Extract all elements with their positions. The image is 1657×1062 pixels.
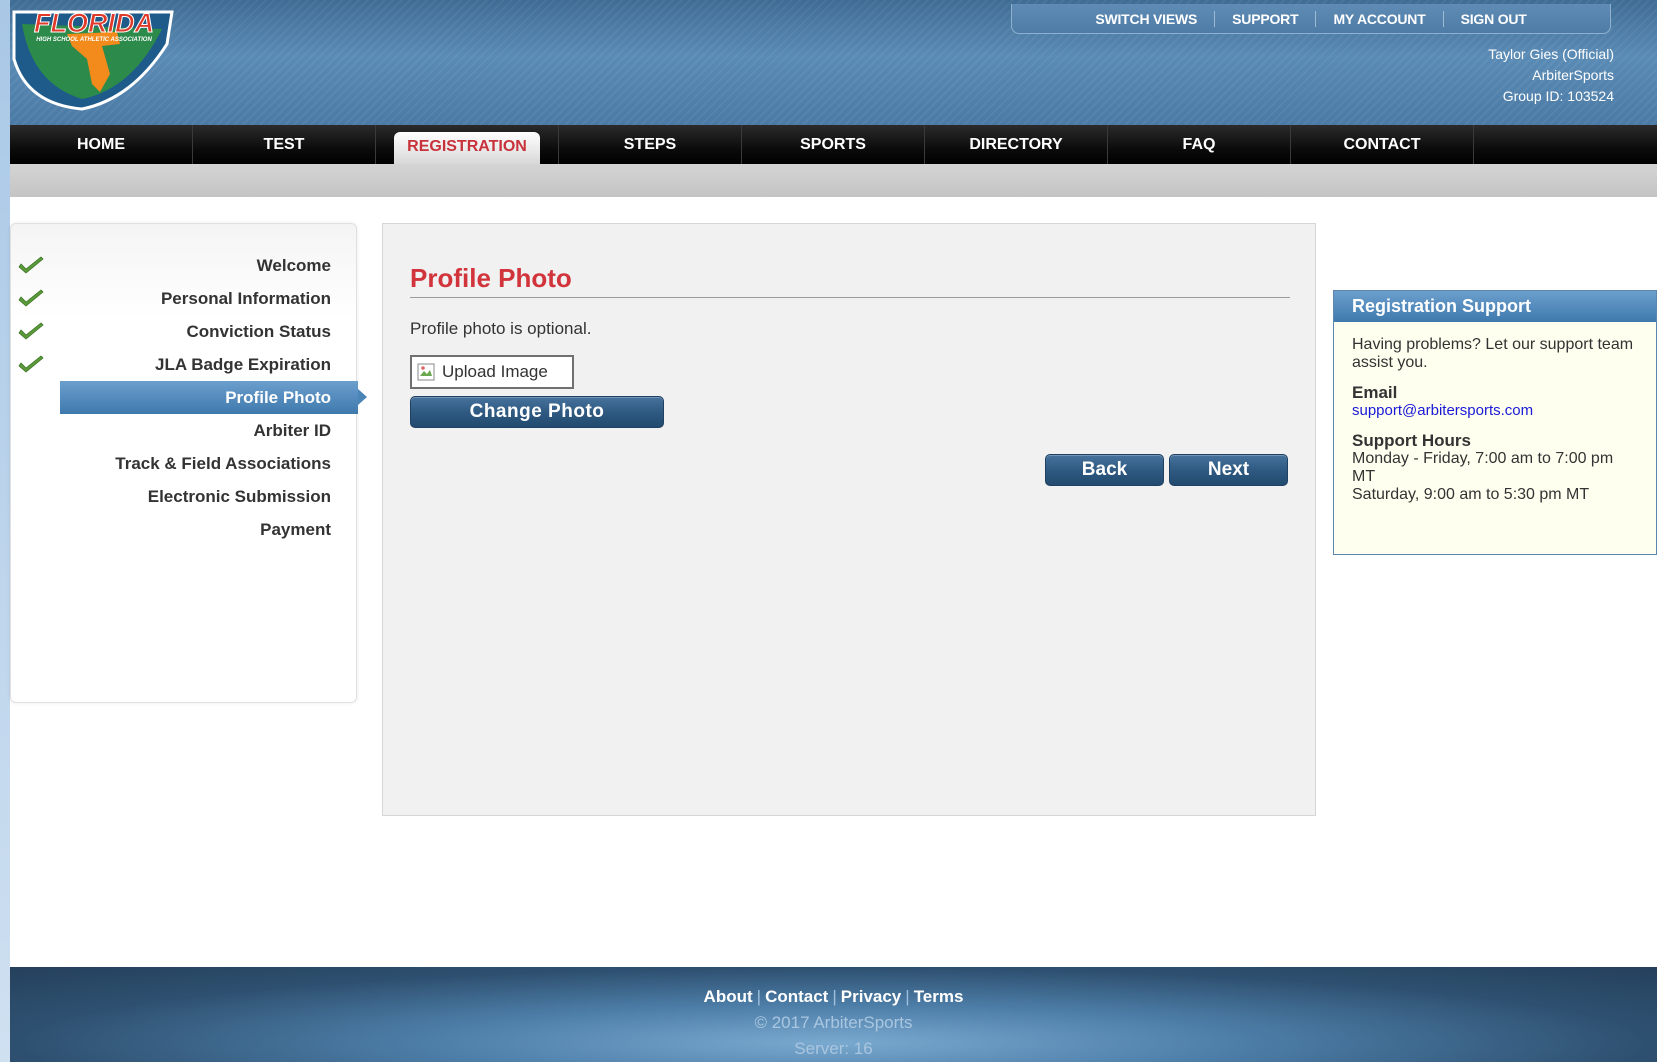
next-button[interactable]: Next bbox=[1169, 454, 1288, 486]
footer-about-link[interactable]: About bbox=[704, 987, 753, 1006]
step-conviction-status[interactable]: Conviction Status bbox=[11, 315, 358, 348]
check-icon bbox=[18, 322, 44, 340]
user-name: Taylor Gies (Official) bbox=[1488, 46, 1614, 62]
image-alt-text: Upload Image bbox=[442, 362, 548, 381]
support-intro: Having problems? Let our support team as… bbox=[1352, 336, 1634, 371]
footer-links: About | Contact | Privacy | Terms bbox=[703, 987, 964, 1006]
profile-image-placeholder: Upload Image bbox=[410, 355, 574, 389]
user-org: ArbiterSports bbox=[1532, 67, 1614, 83]
step-personal-information[interactable]: Personal Information bbox=[11, 282, 358, 315]
email-label: Email bbox=[1352, 383, 1398, 402]
step-profile-photo[interactable]: Profile Photo bbox=[60, 381, 367, 414]
main-nav: HOME TEST REGISTRATION STEPS SPORTS DIRE… bbox=[10, 125, 1657, 164]
support-hours-weekday: Monday - Friday, 7:00 am to 7:00 pm MT bbox=[1352, 450, 1614, 485]
registration-steps: Welcome Personal Information Conviction … bbox=[10, 223, 367, 703]
logo-subtext: HIGH SCHOOL ATHLETIC ASSOCIATION bbox=[36, 37, 152, 43]
utility-nav: SWITCH VIEWS SUPPORT MY ACCOUNT SIGN OUT bbox=[1011, 4, 1611, 34]
support-email-link[interactable]: support@arbitersports.com bbox=[1352, 402, 1533, 419]
back-button[interactable]: Back bbox=[1045, 454, 1164, 486]
optional-note: Profile photo is optional. bbox=[410, 319, 592, 338]
footer-terms-link[interactable]: Terms bbox=[914, 987, 964, 1006]
check-icon bbox=[18, 289, 44, 307]
support-hours-label: Support Hours bbox=[1352, 431, 1471, 450]
step-welcome[interactable]: Welcome bbox=[11, 249, 358, 282]
step-arbiter-id[interactable]: Arbiter ID bbox=[11, 414, 358, 447]
footer-server: Server: 16 bbox=[794, 1039, 873, 1058]
fhsaa-logo[interactable]: FLORIDA HIGH SCHOOL ATHLETIC ASSOCIATION bbox=[12, 4, 178, 112]
footer-copyright: © 2017 ArbiterSports bbox=[754, 1013, 913, 1032]
nav-registration[interactable]: REGISTRATION bbox=[376, 125, 559, 164]
registration-support-box: Registration Support Having problems? Le… bbox=[1333, 290, 1657, 555]
nav-faq[interactable]: FAQ bbox=[1108, 125, 1291, 164]
footer-contact-link[interactable]: Contact bbox=[765, 987, 828, 1006]
nav-home[interactable]: HOME bbox=[10, 125, 193, 164]
nav-sports[interactable]: SPORTS bbox=[742, 125, 925, 164]
sub-nav-bar bbox=[10, 164, 1657, 197]
my-account-link[interactable]: MY ACCOUNT bbox=[1316, 10, 1444, 27]
nav-test[interactable]: TEST bbox=[193, 125, 376, 164]
nav-contact[interactable]: CONTACT bbox=[1291, 125, 1474, 164]
main-content-panel: Profile Photo Profile photo is optional.… bbox=[382, 223, 1316, 816]
broken-image-icon bbox=[417, 363, 435, 381]
step-electronic-submission[interactable]: Electronic Submission bbox=[11, 480, 358, 513]
footer-privacy-link[interactable]: Privacy bbox=[841, 987, 902, 1006]
page-title: Profile Photo bbox=[410, 264, 1290, 298]
sign-out-link[interactable]: SIGN OUT bbox=[1444, 11, 1544, 27]
nav-steps[interactable]: STEPS bbox=[559, 125, 742, 164]
user-info: Taylor Gies (Official) ArbiterSports Gro… bbox=[1488, 44, 1614, 107]
check-icon bbox=[18, 256, 44, 274]
step-payment[interactable]: Payment bbox=[11, 513, 358, 546]
support-hours-saturday: Saturday, 9:00 am to 5:30 pm MT bbox=[1352, 486, 1590, 503]
user-group-id: Group ID: 103524 bbox=[1502, 88, 1614, 104]
page-left-edge bbox=[0, 0, 10, 1062]
step-track-field-associations[interactable]: Track & Field Associations bbox=[11, 447, 358, 480]
support-title: Registration Support bbox=[1334, 291, 1656, 322]
switch-views-link[interactable]: SWITCH VIEWS bbox=[1078, 10, 1216, 27]
nav-directory[interactable]: DIRECTORY bbox=[925, 125, 1108, 164]
step-jla-badge-expiration[interactable]: JLA Badge Expiration bbox=[11, 348, 358, 381]
support-link[interactable]: SUPPORT bbox=[1215, 10, 1317, 27]
check-icon bbox=[18, 355, 44, 373]
logo-wordmark: FLORIDA bbox=[34, 8, 154, 38]
change-photo-button[interactable]: Change Photo bbox=[410, 396, 664, 428]
footer: About | Contact | Privacy | Terms © 2017 Arbit… bbox=[10, 967, 1657, 1062]
